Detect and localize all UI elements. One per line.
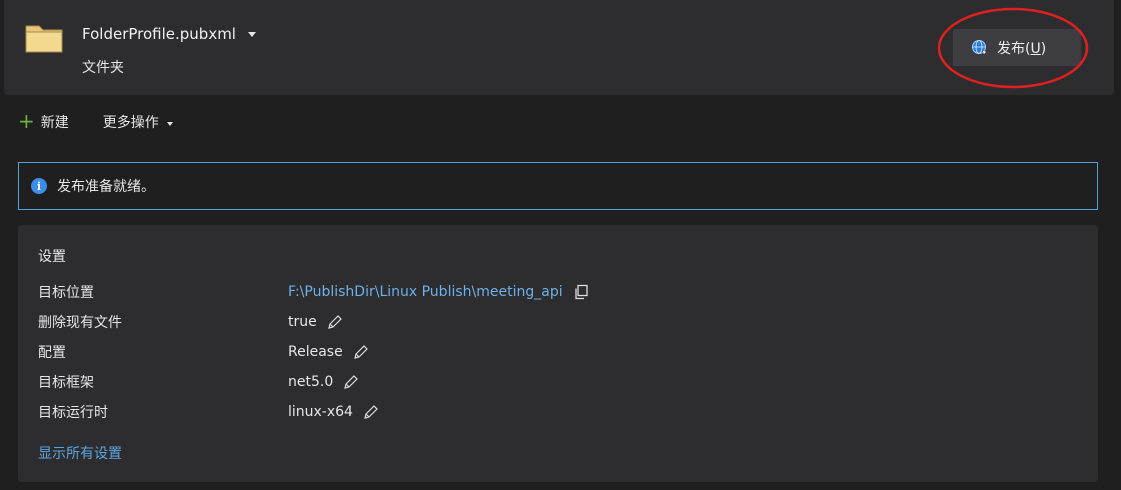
copy-icon[interactable] bbox=[573, 284, 589, 300]
pencil-icon[interactable] bbox=[327, 314, 343, 330]
chevron-down-icon bbox=[247, 31, 256, 37]
setting-value: linux-x64 bbox=[288, 404, 379, 420]
setting-row-target-runtime: 目标运行时 linux-x64 bbox=[38, 401, 1038, 423]
setting-value-text: linux-x64 bbox=[288, 404, 353, 420]
setting-row-target-framework: 目标框架 net5.0 bbox=[38, 371, 1038, 393]
info-bar: i 发布准备就绪。 bbox=[18, 162, 1098, 210]
publish-label: 发布(U) bbox=[997, 40, 1047, 57]
settings-title: 设置 bbox=[38, 249, 66, 265]
new-label: 新建 bbox=[40, 115, 69, 131]
pencil-icon[interactable] bbox=[343, 374, 359, 390]
setting-key: 删除现有文件 bbox=[38, 315, 122, 331]
setting-value: net5.0 bbox=[288, 374, 359, 390]
profile-header: FolderProfile.pubxml 文件夹 发布(U) bbox=[4, 0, 1114, 95]
globe-publish-icon bbox=[972, 39, 988, 56]
more-actions-label: 更多操作 bbox=[102, 115, 159, 131]
setting-key: 目标运行时 bbox=[38, 405, 108, 421]
setting-value: Release bbox=[288, 344, 369, 360]
profile-type: 文件夹 bbox=[82, 60, 124, 76]
setting-row-configuration: 配置 Release bbox=[38, 341, 1038, 363]
target-location-link[interactable]: F:\PublishDir\Linux Publish\meeting_api bbox=[288, 284, 563, 300]
plus-icon: + bbox=[18, 109, 35, 133]
publish-button[interactable]: 发布(U) bbox=[953, 29, 1081, 66]
show-all-settings-link[interactable]: 显示所有设置 bbox=[38, 443, 122, 463]
profile-name: FolderProfile.pubxml bbox=[82, 25, 236, 43]
setting-key: 目标位置 bbox=[38, 285, 94, 301]
setting-value-text: net5.0 bbox=[288, 374, 334, 390]
new-button[interactable]: + 新建 bbox=[18, 109, 69, 133]
more-actions-button[interactable]: 更多操作 bbox=[103, 112, 173, 132]
setting-value-text: true bbox=[288, 314, 317, 330]
setting-row-delete-existing: 删除现有文件 true bbox=[38, 311, 1038, 333]
pencil-icon[interactable] bbox=[363, 404, 379, 420]
setting-value: true bbox=[288, 314, 343, 330]
toolbar: + 新建 更多操作 bbox=[18, 108, 173, 136]
pencil-icon[interactable] bbox=[353, 344, 369, 360]
folder-icon bbox=[25, 25, 63, 53]
info-icon: i bbox=[31, 178, 47, 194]
setting-row-target-location: 目标位置 F:\PublishDir\Linux Publish\meeting… bbox=[38, 281, 1038, 303]
chevron-down-icon bbox=[166, 121, 173, 126]
info-message: 发布准备就绪。 bbox=[57, 179, 155, 195]
setting-key: 目标框架 bbox=[38, 375, 94, 391]
profile-selector[interactable]: FolderProfile.pubxml bbox=[82, 25, 256, 43]
settings-card: 设置 目标位置 F:\PublishDir\Linux Publish\meet… bbox=[18, 225, 1098, 482]
setting-value: F:\PublishDir\Linux Publish\meeting_api bbox=[288, 284, 589, 300]
setting-value-text: Release bbox=[288, 344, 343, 360]
setting-key: 配置 bbox=[38, 345, 66, 361]
